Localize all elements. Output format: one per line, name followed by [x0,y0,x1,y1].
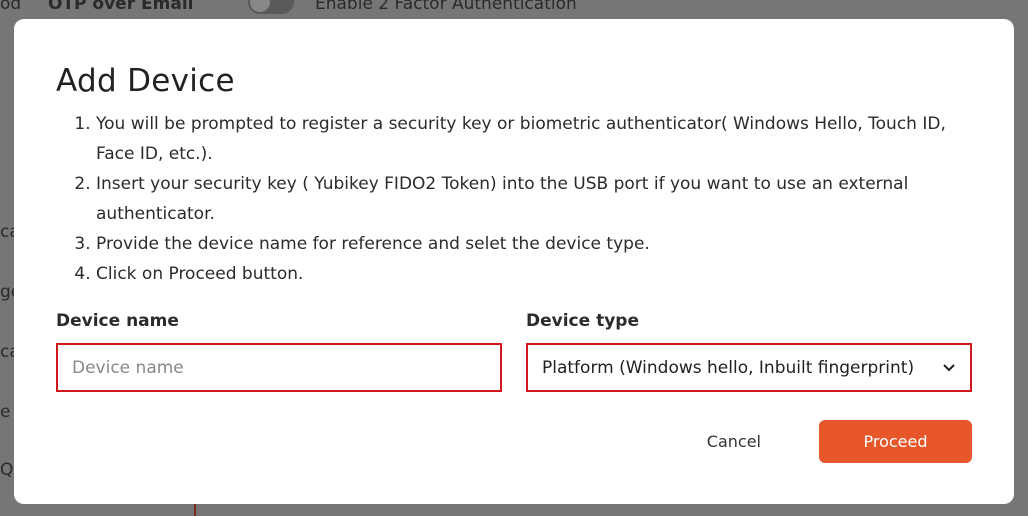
bg-toggle-label: Enable 2 Factor Authentication [315,0,577,14]
bg-fragment: od [0,0,22,14]
device-name-field: Device name [56,311,502,392]
bg-2fa-toggle [248,0,294,14]
dialog-title: Add Device [56,63,235,99]
instructions-list: You will be prompted to register a secur… [56,109,972,289]
device-type-label: Device type [526,311,639,331]
device-type-value: Platform (Windows hello, Inbuilt fingerp… [542,357,915,378]
proceed-button[interactable]: Proceed [819,420,972,463]
add-device-dialog: Add Device You will be prompted to regis… [14,19,1014,504]
device-name-input[interactable] [72,357,486,378]
instruction-item: Click on Proceed button. [96,259,972,289]
device-type-field: Device type Platform (Windows hello, Inb… [526,311,972,392]
chevron-down-icon [943,363,955,371]
bg-otp-label: OTP over Email [48,0,194,14]
instruction-item: You will be prompted to register a secur… [96,109,972,169]
device-name-label: Device name [56,311,179,331]
bg-divider [194,504,196,516]
device-type-select[interactable]: Platform (Windows hello, Inbuilt fingerp… [526,343,972,392]
instruction-item: Insert your security key ( Yubikey FIDO2… [96,169,972,229]
bg-side-fragment: Q [0,460,14,480]
instruction-item: Provide the device name for reference an… [96,229,972,259]
cancel-button[interactable]: Cancel [707,432,761,451]
